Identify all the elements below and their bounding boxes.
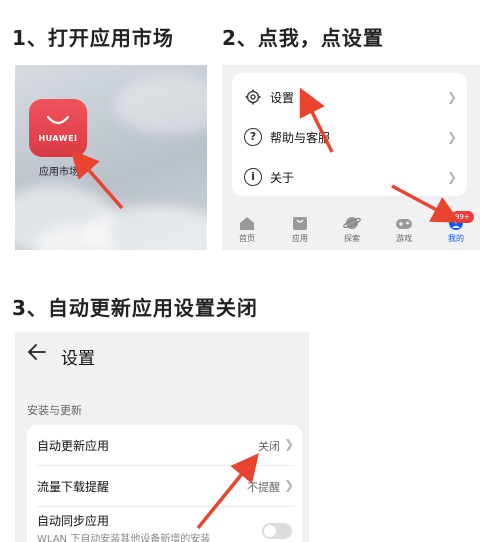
help-icon: ? <box>242 126 264 148</box>
step3-title: 3、自动更新应用设置关闭 <box>12 296 258 320</box>
setting-label-auto-sync: 自动同步应用 <box>37 514 110 528</box>
section-header: 安装与更新 <box>27 404 82 417</box>
nav-home[interactable]: 首页 <box>225 215 269 244</box>
chevron-right-icon: ❯ <box>446 170 457 184</box>
home-icon <box>238 215 256 231</box>
app-market-icon[interactable]: HUAWEI <box>29 99 87 157</box>
setting-subtitle-auto-sync: WLAN 下自动安装其他设备新增的安装 <box>37 534 211 542</box>
toggle-knob <box>264 525 276 537</box>
setting-auto-update[interactable]: 自动更新应用 关闭 ❯ <box>27 425 302 465</box>
nav-label-profile: 我的 <box>448 234 464 243</box>
nav-label-games: 游戏 <box>396 234 412 243</box>
menu-card: 设置 ❯ ? 帮助与客服 ❯ i 关于 ❯ <box>232 73 467 196</box>
setting-auto-sync[interactable]: 自动同步应用 WLAN 下自动安装其他设备新增的安装 <box>27 507 302 542</box>
chevron-right-icon: ❯ <box>283 437 294 451</box>
gear-icon <box>242 86 264 108</box>
nav-label-explore: 探索 <box>344 234 360 243</box>
shopping-bag-icon <box>46 115 70 124</box>
setting-label-data-reminder: 流量下载提醒 <box>37 480 110 494</box>
page-title: 设置 <box>61 349 95 369</box>
step2-title: 2、点我，点设置 <box>222 26 384 50</box>
nav-games[interactable]: 游戏 <box>382 215 426 244</box>
bottom-nav: 首页 应用 探索 游戏 我的 <box>222 209 480 250</box>
notification-badge: 99+ <box>451 211 474 223</box>
huawei-logo-text: HUAWEI <box>38 133 78 143</box>
chevron-right-icon: ❯ <box>283 478 294 492</box>
settings-card: 自动更新应用 关闭 ❯ 流量下载提醒 不提醒 ❯ 自动同步应用 WLAN 下自动… <box>27 425 302 542</box>
setting-value-data-reminder: 不提醒 <box>247 481 280 494</box>
profile-menu-panel: 设置 ❯ ? 帮助与客服 ❯ i 关于 ❯ 首页 应用 探索 游戏 我的 99+ <box>222 65 480 250</box>
nav-label-apps: 应用 <box>292 234 308 243</box>
menu-item-about[interactable]: i 关于 ❯ <box>232 157 467 197</box>
setting-label-auto-update: 自动更新应用 <box>37 439 110 453</box>
menu-item-help[interactable]: ? 帮助与客服 ❯ <box>232 117 467 157</box>
chevron-right-icon: ❯ <box>446 90 457 104</box>
nav-label-home: 首页 <box>239 234 255 243</box>
apps-icon <box>291 215 309 231</box>
gamepad-icon <box>395 215 413 231</box>
step1-title: 1、打开应用市场 <box>12 26 174 50</box>
nav-explore[interactable]: 探索 <box>330 215 374 244</box>
planet-icon <box>343 215 361 231</box>
home-screen-panel: HUAWEI 应用市场 <box>15 65 207 250</box>
nav-apps[interactable]: 应用 <box>278 215 322 244</box>
setting-value-auto-update: 关闭 <box>258 440 280 453</box>
settings-panel: 设置 安装与更新 自动更新应用 关闭 ❯ 流量下载提醒 不提醒 ❯ 自动同步应用… <box>15 332 309 542</box>
chevron-right-icon: ❯ <box>446 130 457 144</box>
menu-label-help: 帮助与客服 <box>270 130 331 145</box>
menu-label-settings: 设置 <box>270 90 295 105</box>
auto-sync-toggle[interactable] <box>262 523 292 539</box>
app-market-label: 应用市场 <box>39 167 79 178</box>
setting-data-reminder[interactable]: 流量下载提醒 不提醒 ❯ <box>27 466 302 506</box>
menu-label-about: 关于 <box>270 170 295 185</box>
back-arrow-icon[interactable] <box>27 342 47 366</box>
info-icon: i <box>242 166 264 188</box>
menu-item-settings[interactable]: 设置 ❯ <box>232 77 467 117</box>
